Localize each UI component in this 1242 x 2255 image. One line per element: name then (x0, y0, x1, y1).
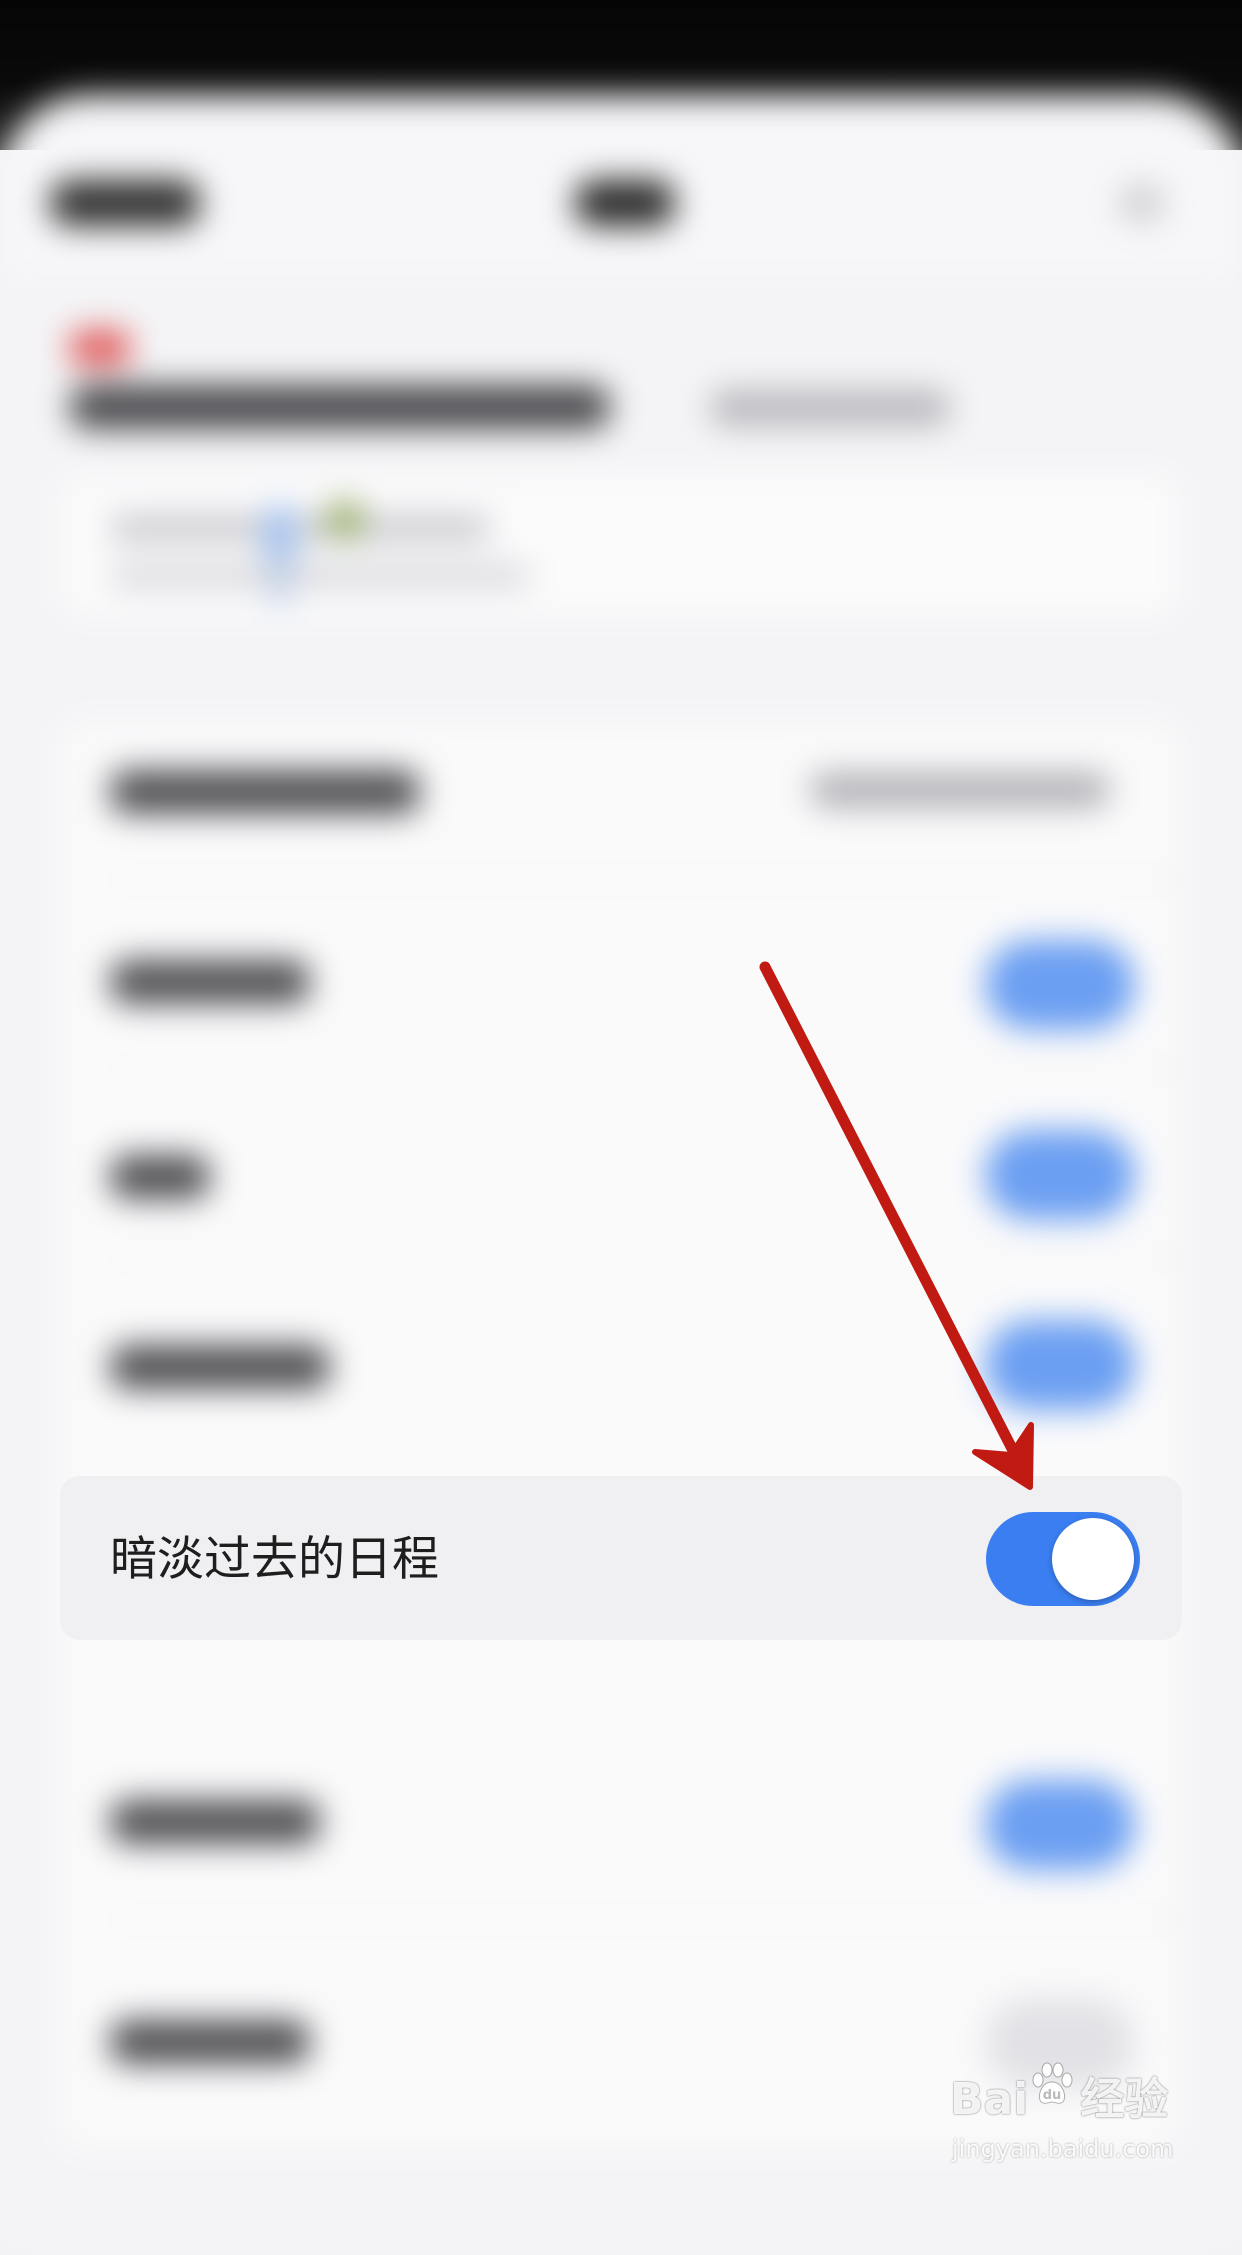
svg-text:du: du (1043, 2088, 1062, 2103)
info-card (60, 475, 1180, 615)
headline (70, 385, 610, 429)
row-divider (110, 1258, 1180, 1260)
settings-row-label (110, 1800, 320, 1844)
settings-row-label (110, 1345, 330, 1389)
nav-back-button (50, 180, 200, 226)
nav-title (575, 180, 675, 226)
info-green-marker (325, 500, 365, 540)
watermark: Bai 经验 du jingyan.baidu.com (950, 2062, 1200, 2190)
red-badge (70, 330, 130, 366)
headline-subtext (710, 390, 950, 426)
nav-more-icon (1120, 185, 1164, 221)
watermark-url: jingyan.baidu.com (952, 2135, 1174, 2163)
toggle-knob (1052, 1518, 1134, 1600)
settings-row-toggle (985, 1130, 1135, 1220)
settings-row-label (110, 960, 310, 1004)
blurred-background (0, 0, 1242, 2255)
info-text-line (110, 565, 530, 587)
settings-row-toggle (985, 1320, 1135, 1410)
settings-row-label (110, 2020, 310, 2064)
settings-card (60, 720, 1180, 2150)
row-divider (110, 880, 1180, 882)
dim-past-events-toggle[interactable] (986, 1512, 1140, 1606)
baidu-paw-icon: du (1032, 2062, 1073, 2104)
row-divider (110, 1068, 1180, 1070)
settings-row-label (110, 1155, 210, 1199)
settings-row-value (810, 772, 1110, 808)
dim-past-events-label: 暗淡过去的日程 (110, 1532, 439, 1587)
settings-row-toggle (985, 1780, 1135, 1870)
settings-row-toggle (985, 940, 1135, 1030)
row-divider (110, 1920, 1180, 1922)
info-text-line (110, 515, 490, 541)
settings-row-label (110, 770, 420, 814)
